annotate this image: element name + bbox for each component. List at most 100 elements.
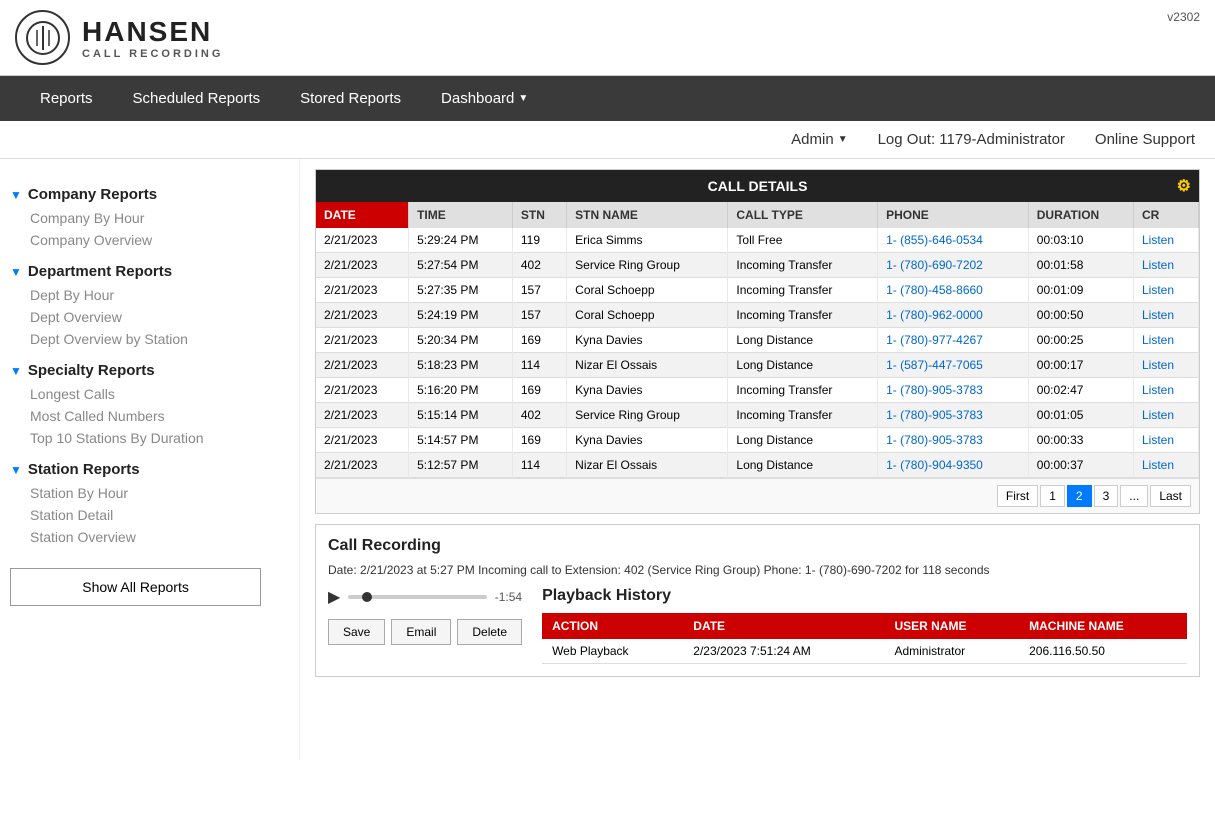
online-support-link[interactable]: Online Support <box>1095 131 1195 148</box>
cell-1: 5:12:57 PM <box>409 453 513 478</box>
pagination-page-2[interactable]: 2 <box>1067 485 1092 507</box>
playback-history-table: ACTIONDATEUSER NAMEMACHINE NAME Web Play… <box>542 613 1187 664</box>
email-button[interactable]: Email <box>391 619 451 645</box>
table-row: 2/21/20235:12:57 PM114Nizar El OssaisLon… <box>316 453 1199 478</box>
listen-link[interactable]: Listen <box>1133 278 1198 303</box>
phone-link[interactable]: 1- (587)-447-7065 <box>878 353 1029 378</box>
playback-row: Web Playback2/23/2023 7:51:24 AMAdminist… <box>542 639 1187 664</box>
sidebar-item-company-overview[interactable]: Company Overview <box>10 229 289 251</box>
cell-6: 00:00:25 <box>1028 328 1133 353</box>
gear-icon[interactable]: ⚙ <box>1177 176 1191 196</box>
pagination-ellipsis[interactable]: ... <box>1120 485 1148 507</box>
subnav: Admin ▼ Log Out: 1179-Administrator Onli… <box>0 121 1215 159</box>
play-button[interactable]: ▶ <box>328 587 340 607</box>
nav-stored-reports[interactable]: Stored Reports <box>280 76 421 121</box>
listen-link[interactable]: Listen <box>1133 403 1198 428</box>
phone-link[interactable]: 1- (780)-458-8660 <box>878 278 1029 303</box>
table-row: 2/21/20235:27:54 PM402Service Ring Group… <box>316 253 1199 278</box>
call-details-panel: CALL DETAILS ⚙ DATETIMESTNSTN NAMECALL T… <box>315 169 1200 514</box>
sidebar-category-station[interactable]: ▼ Station Reports <box>10 461 289 478</box>
sidebar-category-company[interactable]: ▼ Company Reports <box>10 186 289 203</box>
listen-link[interactable]: Listen <box>1133 303 1198 328</box>
sidebar-item-longest-calls[interactable]: Longest Calls <box>10 383 289 405</box>
pagination-last[interactable]: Last <box>1150 485 1191 507</box>
sidebar-category-specialty[interactable]: ▼ Specialty Reports <box>10 362 289 379</box>
cell-0: 2/21/2023 <box>316 328 409 353</box>
cell-0: 2/21/2023 <box>316 453 409 478</box>
main-content: ▼ Company Reports Company By Hour Compan… <box>0 159 1215 759</box>
nav-dashboard[interactable]: Dashboard ▼ <box>421 76 548 121</box>
cell-2: 169 <box>512 328 566 353</box>
progress-dot[interactable] <box>362 592 372 602</box>
listen-link[interactable]: Listen <box>1133 428 1198 453</box>
save-button[interactable]: Save <box>328 619 385 645</box>
cell-3: Kyna Davies <box>567 378 728 403</box>
sidebar-item-top10-stations[interactable]: Top 10 Stations By Duration <box>10 427 289 449</box>
sidebar-item-station-by-hour[interactable]: Station By Hour <box>10 482 289 504</box>
sidebar-item-dept-overview-station[interactable]: Dept Overview by Station <box>10 328 289 350</box>
cell-2: 114 <box>512 453 566 478</box>
playback-history-panel: Playback History ACTIONDATEUSER NAMEMACH… <box>542 587 1187 664</box>
phone-link[interactable]: 1- (780)-690-7202 <box>878 253 1029 278</box>
sidebar-item-company-by-hour[interactable]: Company By Hour <box>10 207 289 229</box>
phone-link[interactable]: 1- (780)-905-3783 <box>878 403 1029 428</box>
cell-0: 2/21/2023 <box>316 353 409 378</box>
cell-4: Incoming Transfer <box>728 378 878 403</box>
table-row: 2/21/20235:27:35 PM157Coral SchoeppIncom… <box>316 278 1199 303</box>
phone-link[interactable]: 1- (780)-962-0000 <box>878 303 1029 328</box>
phone-link[interactable]: 1- (780)-905-3783 <box>878 428 1029 453</box>
pagination-page-3[interactable]: 3 <box>1094 485 1119 507</box>
col-header-duration: DURATION <box>1028 202 1133 228</box>
sidebar-item-station-detail[interactable]: Station Detail <box>10 504 289 526</box>
cell-2: 402 <box>512 253 566 278</box>
company-arrow-icon: ▼ <box>10 188 22 202</box>
pagination-first[interactable]: First <box>997 485 1038 507</box>
sidebar-category-department[interactable]: ▼ Department Reports <box>10 263 289 280</box>
phone-link[interactable]: 1- (780)-905-3783 <box>878 378 1029 403</box>
action-buttons: Save Email Delete <box>328 619 522 645</box>
pagination-page-1[interactable]: 1 <box>1040 485 1065 507</box>
phone-link[interactable]: 1- (780)-977-4267 <box>878 328 1029 353</box>
table-row: 2/21/20235:18:23 PM114Nizar El OssaisLon… <box>316 353 1199 378</box>
col-header-date: DATE <box>316 202 409 228</box>
nav-scheduled-reports[interactable]: Scheduled Reports <box>113 76 281 121</box>
table-row: 2/21/20235:15:14 PM402Service Ring Group… <box>316 403 1199 428</box>
sidebar-item-most-called[interactable]: Most Called Numbers <box>10 405 289 427</box>
sidebar-item-dept-overview[interactable]: Dept Overview <box>10 306 289 328</box>
playback-col-user-name: USER NAME <box>884 613 1019 639</box>
listen-link[interactable]: Listen <box>1133 228 1198 253</box>
cell-1: 5:14:57 PM <box>409 428 513 453</box>
nav-reports[interactable]: Reports <box>20 76 113 121</box>
listen-link[interactable]: Listen <box>1133 353 1198 378</box>
station-arrow-icon: ▼ <box>10 463 22 477</box>
logo-sub: CALL RECORDING <box>82 48 223 60</box>
listen-link[interactable]: Listen <box>1133 253 1198 278</box>
cell-6: 00:01:09 <box>1028 278 1133 303</box>
cell-6: 00:00:50 <box>1028 303 1133 328</box>
col-header-time: TIME <box>409 202 513 228</box>
col-header-phone: PHONE <box>878 202 1029 228</box>
show-all-reports-button[interactable]: Show All Reports <box>10 568 261 606</box>
listen-link[interactable]: Listen <box>1133 378 1198 403</box>
recording-title: Call Recording <box>328 537 1187 555</box>
phone-link[interactable]: 1- (855)-646-0534 <box>878 228 1029 253</box>
cell-2: 169 <box>512 428 566 453</box>
playback-cell-0: Web Playback <box>542 639 683 664</box>
cell-2: 169 <box>512 378 566 403</box>
admin-link[interactable]: Admin ▼ <box>791 131 847 148</box>
playback-col-action: ACTION <box>542 613 683 639</box>
recording-controls: ▶ -1:54 Save Email Delete <box>328 587 522 655</box>
cell-2: 119 <box>512 228 566 253</box>
col-header-stn-name: STN NAME <box>567 202 728 228</box>
sidebar-item-station-overview[interactable]: Station Overview <box>10 526 289 548</box>
progress-bar[interactable] <box>348 595 486 599</box>
audio-player: ▶ -1:54 <box>328 587 522 607</box>
logout-link[interactable]: Log Out: 1179-Administrator <box>878 131 1065 148</box>
cell-4: Long Distance <box>728 453 878 478</box>
listen-link[interactable]: Listen <box>1133 453 1198 478</box>
sidebar-item-dept-by-hour[interactable]: Dept By Hour <box>10 284 289 306</box>
listen-link[interactable]: Listen <box>1133 328 1198 353</box>
phone-link[interactable]: 1- (780)-904-9350 <box>878 453 1029 478</box>
delete-button[interactable]: Delete <box>457 619 522 645</box>
call-details-table: DATETIMESTNSTN NAMECALL TYPEPHONEDURATIO… <box>316 202 1199 478</box>
